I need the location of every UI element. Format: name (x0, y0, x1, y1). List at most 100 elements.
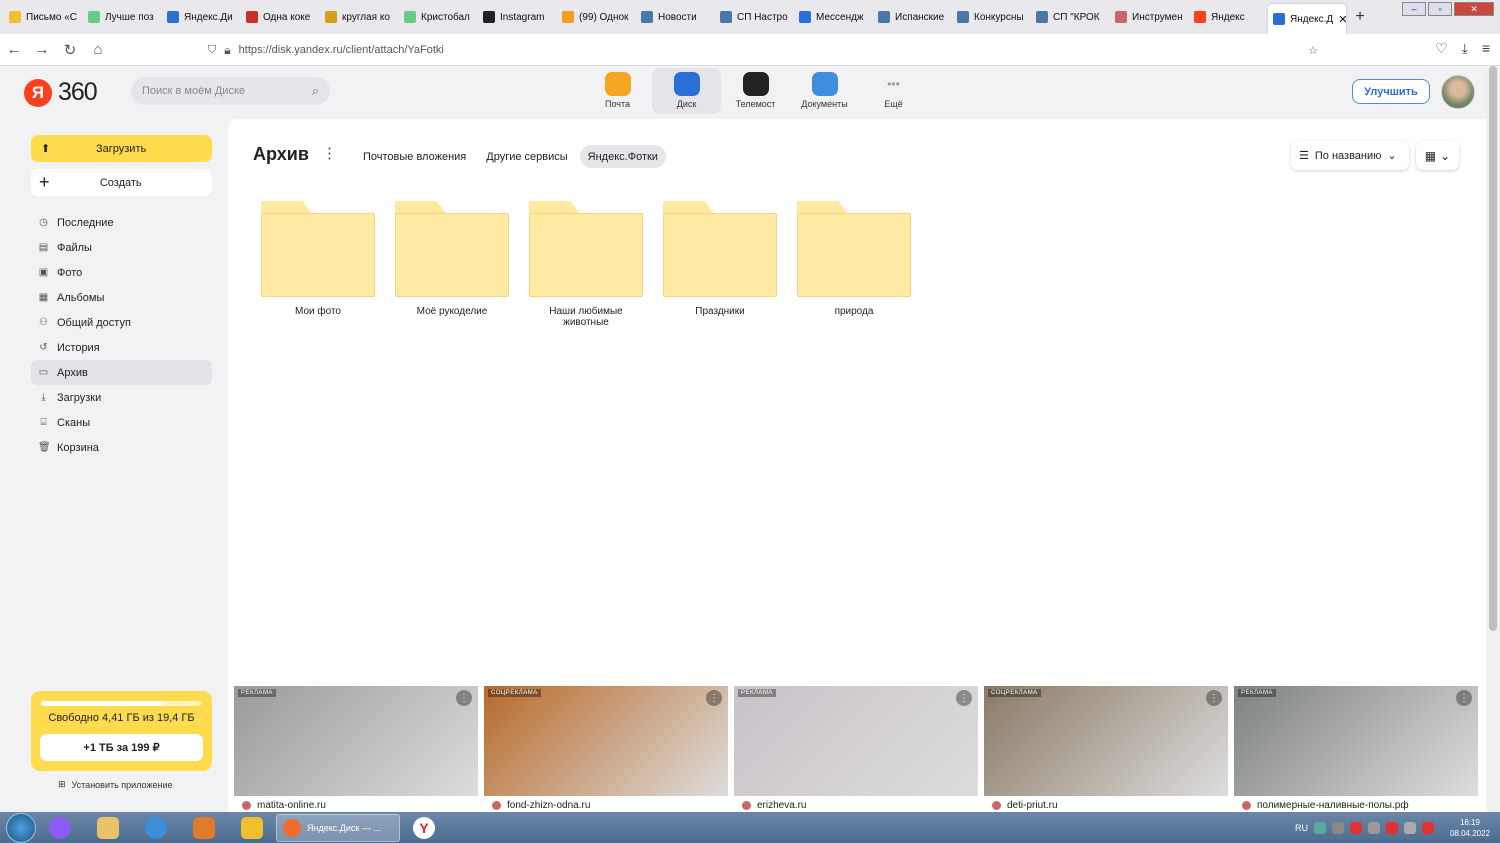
bookmark-star-icon[interactable]: ☆ (1308, 44, 1318, 57)
yandex-360-logo[interactable]: Я 360 (24, 78, 98, 107)
create-button[interactable]: + Создать (31, 169, 212, 196)
browser-tab[interactable]: Инструмен (1110, 0, 1189, 34)
upload-button[interactable]: ⬆ Загрузить (31, 135, 212, 162)
page-scrollbar[interactable] (1486, 66, 1500, 812)
ad-image[interactable]: РЕКЛАМА ⋮ (234, 686, 478, 796)
tray-icon[interactable] (1385, 821, 1398, 834)
service-mail[interactable]: Почта (583, 68, 652, 114)
taskbar-yandex-browser[interactable]: Y (400, 813, 448, 843)
new-tab-button[interactable]: + (1346, 8, 1374, 26)
url-text[interactable]: https://disk.yandex.ru/client/attach/YaF… (239, 44, 444, 56)
sort-dropdown[interactable]: ☰ По названию ⌄ (1291, 141, 1409, 170)
address-bar[interactable]: ⛉ 🔒︎ https://disk.yandex.ru/client/attac… (208, 38, 1318, 62)
folder-item[interactable]: Моё рукоделие (395, 201, 509, 328)
filter-tab[interactable]: Почтовые вложения (355, 145, 474, 168)
volume-icon[interactable] (1367, 821, 1380, 834)
back-icon[interactable]: ← (0, 41, 28, 58)
start-button[interactable] (6, 812, 36, 843)
ad-card[interactable]: СОЦРЕКЛАМА ⋮ fond-zhizn-odna.ru (484, 686, 728, 812)
taskbar-alice[interactable] (36, 813, 84, 843)
sidebar-item[interactable]: ↺ История (31, 335, 212, 360)
tray-icon[interactable] (1331, 821, 1344, 834)
tray-icon[interactable] (1421, 821, 1434, 834)
browser-tab[interactable]: Яндекс (1189, 0, 1268, 34)
filter-tab[interactable]: Другие сервисы (478, 145, 575, 168)
ad-card[interactable]: РЕКЛАМА ⋮ matita-online.ru (234, 686, 478, 812)
browser-tab[interactable]: Конкурсны (952, 0, 1031, 34)
ad-image[interactable]: РЕКЛАМА ⋮ (734, 686, 978, 796)
sidebar-item[interactable]: ▭ Архив (31, 360, 212, 385)
pocket-icon[interactable]: ♡ (1435, 40, 1448, 57)
taskbar-firefox-window[interactable]: Яндекс.Диск — ... (276, 813, 400, 842)
service-docs[interactable]: Документы (790, 68, 859, 114)
ad-domain[interactable]: deti-priut.ru (992, 800, 1058, 811)
taskbar-explorer[interactable] (84, 813, 132, 843)
service-disk[interactable]: Диск (652, 68, 721, 114)
language-indicator[interactable]: RU (1295, 823, 1308, 833)
upgrade-button[interactable]: Улучшить (1352, 79, 1430, 104)
tray-icon[interactable] (1313, 821, 1326, 834)
minimize-button[interactable]: – (1402, 2, 1426, 16)
sidebar-item[interactable]: ⚇ Общий доступ (31, 310, 212, 335)
ad-card[interactable]: РЕКЛАМА ⋮ полимерные-наливные-полы.рф (1234, 686, 1478, 812)
home-icon[interactable]: ⌂ (84, 41, 112, 58)
forward-icon[interactable]: → (28, 41, 56, 58)
browser-tab[interactable]: Яндекс.Ди (162, 0, 241, 34)
avatar[interactable] (1441, 75, 1475, 109)
ad-menu-icon[interactable]: ⋮ (956, 690, 972, 706)
browser-tab[interactable]: Одна коке (241, 0, 320, 34)
browser-tab[interactable]: круглая ко (320, 0, 399, 34)
browser-tab[interactable]: Новости (636, 0, 715, 34)
sidebar-item[interactable]: ▤ Файлы (31, 235, 212, 260)
sidebar-item[interactable]: ▣ Фото (31, 260, 212, 285)
filter-tab[interactable]: Яндекс.Фотки (579, 145, 666, 168)
ad-card[interactable]: СОЦРЕКЛАМА ⋮ deti-priut.ru (984, 686, 1228, 812)
title-more-icon[interactable]: ⋮ (322, 144, 337, 162)
install-app-link[interactable]: ⊞ Установить приложение (58, 779, 172, 790)
ad-card[interactable]: РЕКЛАМА ⋮ erizheva.ru (734, 686, 978, 812)
clock[interactable]: 16:19 08.04.2022 (1450, 817, 1490, 839)
scrollbar-thumb[interactable] (1489, 66, 1497, 631)
taskbar-mail[interactable] (228, 813, 276, 843)
sidebar-item[interactable]: ⤓ Загрузки (31, 385, 212, 410)
browser-tab[interactable]: Мессендж (794, 0, 873, 34)
browser-tab[interactable]: Лучше поз (83, 0, 162, 34)
folder-item[interactable]: природа (797, 201, 911, 328)
folder-item[interactable]: Мои фото (261, 201, 375, 328)
ad-image[interactable]: СОЦРЕКЛАМА ⋮ (984, 686, 1228, 796)
ad-domain[interactable]: erizheva.ru (742, 800, 806, 811)
browser-tab[interactable]: Испанские (873, 0, 952, 34)
folder-item[interactable]: Праздники (663, 201, 777, 328)
ad-domain[interactable]: fond-zhizn-odna.ru (492, 800, 590, 811)
ad-image[interactable]: СОЦРЕКЛАМА ⋮ (484, 686, 728, 796)
search-icon[interactable]: ⌕ (312, 83, 319, 99)
ad-menu-icon[interactable]: ⋮ (456, 690, 472, 706)
menu-icon[interactable]: ≡ (1482, 40, 1490, 57)
view-mode-dropdown[interactable]: ▦ ⌄ (1416, 141, 1459, 170)
browser-tab-active[interactable]: Яндекс.Д ✕ (1268, 4, 1346, 34)
close-tab-icon[interactable]: ✕ (1338, 13, 1346, 26)
browser-tab[interactable]: Письмо «С (4, 0, 83, 34)
close-window-button[interactable]: ✕ (1454, 2, 1494, 16)
browser-tab[interactable]: Instagram (478, 0, 557, 34)
service-telemost[interactable]: Телемост (721, 68, 790, 114)
sidebar-item[interactable]: ◷ Последние (31, 210, 212, 235)
folder-item[interactable]: Наши любимые животные (529, 201, 643, 328)
ad-domain[interactable]: полимерные-наливные-полы.рф (1242, 800, 1409, 811)
tray-icon[interactable] (1349, 821, 1362, 834)
browser-tab[interactable]: СП Настро (715, 0, 794, 34)
browser-tab[interactable]: Кристобал (399, 0, 478, 34)
sidebar-item[interactable]: 🗑 Корзина (31, 435, 212, 460)
taskbar-media[interactable] (180, 813, 228, 843)
ad-domain[interactable]: matita-online.ru (242, 800, 326, 811)
sidebar-item[interactable]: ▦ Альбомы (31, 285, 212, 310)
ad-image[interactable]: РЕКЛАМА ⋮ (1234, 686, 1478, 796)
ad-menu-icon[interactable]: ⋮ (1456, 690, 1472, 706)
downloads-icon[interactable]: ⤓ (1462, 40, 1468, 57)
service-more[interactable]: ••• Ещё (859, 68, 928, 114)
browser-tab[interactable]: СП "КРОК (1031, 0, 1110, 34)
reload-icon[interactable]: ↻ (56, 41, 84, 59)
search-input[interactable]: Поиск в моём Диске ⌕ (131, 77, 330, 105)
buy-space-button[interactable]: +1 ТБ за 199 ₽ (40, 734, 203, 761)
taskbar-ie[interactable] (132, 813, 180, 843)
